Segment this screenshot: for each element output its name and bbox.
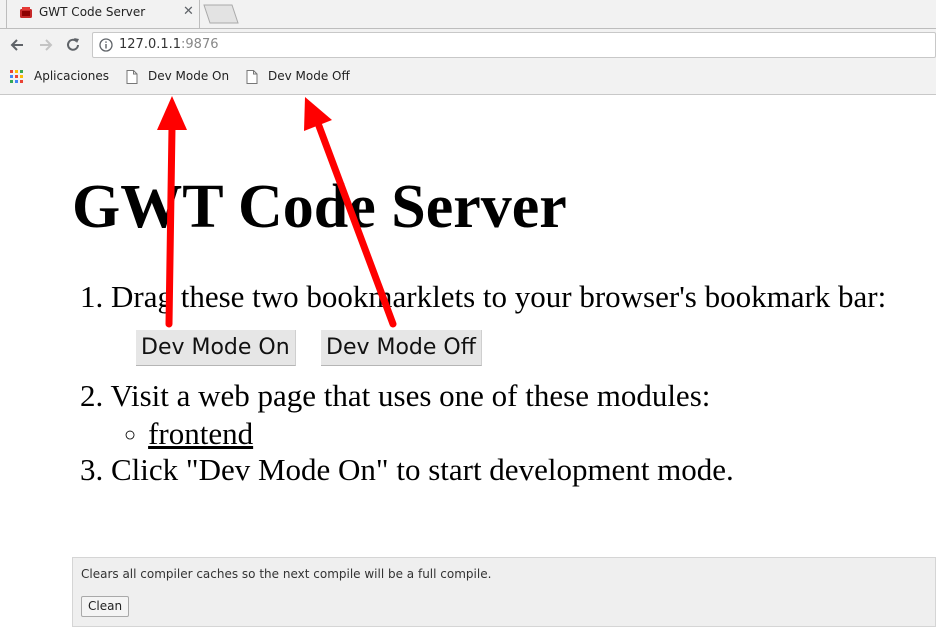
- circle-bullet-icon: ○: [124, 424, 137, 446]
- dev-mode-off-bookmarklet[interactable]: Dev Mode Off: [321, 330, 482, 366]
- info-icon[interactable]: [99, 38, 113, 52]
- module-link-frontend[interactable]: frontend: [148, 416, 253, 451]
- url-port: :9876: [181, 37, 219, 52]
- page-icon: [126, 70, 138, 84]
- bookmark-label: Dev Mode On: [148, 69, 230, 83]
- step-number: 3.: [80, 452, 104, 487]
- step-item: 2. Visit a web page that uses one of the…: [80, 378, 710, 414]
- page-title: GWT Code Server: [72, 173, 567, 241]
- close-tab-icon[interactable]: ✕: [183, 5, 194, 19]
- page-icon: [246, 70, 258, 84]
- step-text: Click "Dev Mode On" to start development…: [111, 452, 734, 487]
- bookmarks-bar: Aplicaciones Dev Mode On Dev Mode Off: [0, 61, 936, 95]
- tab-strip: GWT Code Server ✕: [0, 0, 936, 28]
- url-text: 127.0.1.1:9876: [119, 37, 219, 52]
- bookmark-dev-mode-on[interactable]: Dev Mode On: [126, 69, 230, 87]
- browser-tab[interactable]: GWT Code Server ✕: [6, 0, 200, 28]
- address-bar[interactable]: 127.0.1.1:9876: [92, 32, 936, 58]
- bookmark-label: Dev Mode Off: [268, 69, 350, 83]
- clean-panel: Clears all compiler caches so the next c…: [72, 557, 936, 627]
- new-tab-button[interactable]: [202, 4, 240, 24]
- bookmark-dev-mode-off[interactable]: Dev Mode Off: [246, 69, 352, 87]
- step-text: Drag these two bookmarklets to your brow…: [111, 279, 887, 314]
- clean-description: Clears all compiler caches so the next c…: [81, 567, 492, 581]
- bookmark-aplicaciones[interactable]: Aplicaciones: [10, 69, 109, 87]
- step-item: 3. Click "Dev Mode On" to start developm…: [80, 452, 734, 488]
- step-item: 1. Drag these two bookmarklets to your b…: [80, 279, 886, 315]
- dev-mode-on-bookmarklet[interactable]: Dev Mode On: [136, 330, 296, 366]
- page-content: GWT Code Server 1. Drag these two bookma…: [0, 95, 936, 631]
- browser-toolbar: 127.0.1.1:9876: [0, 28, 936, 61]
- gwt-favicon-icon: [20, 7, 32, 18]
- url-host: 127.0.1.1: [119, 37, 182, 52]
- bookmark-label: Aplicaciones: [34, 69, 109, 83]
- back-arrow-icon[interactable]: [8, 36, 26, 54]
- step-number: 2.: [80, 378, 104, 413]
- forward-arrow-icon[interactable]: [37, 36, 55, 54]
- step-text: Visit a web page that uses one of these …: [110, 378, 711, 413]
- tab-title: GWT Code Server: [39, 5, 146, 19]
- clean-button[interactable]: Clean: [81, 596, 130, 617]
- apps-grid-icon: [10, 70, 23, 83]
- reload-icon[interactable]: [64, 36, 82, 54]
- step-number: 1.: [80, 279, 104, 314]
- module-list-item: ○ frontend: [124, 416, 253, 456]
